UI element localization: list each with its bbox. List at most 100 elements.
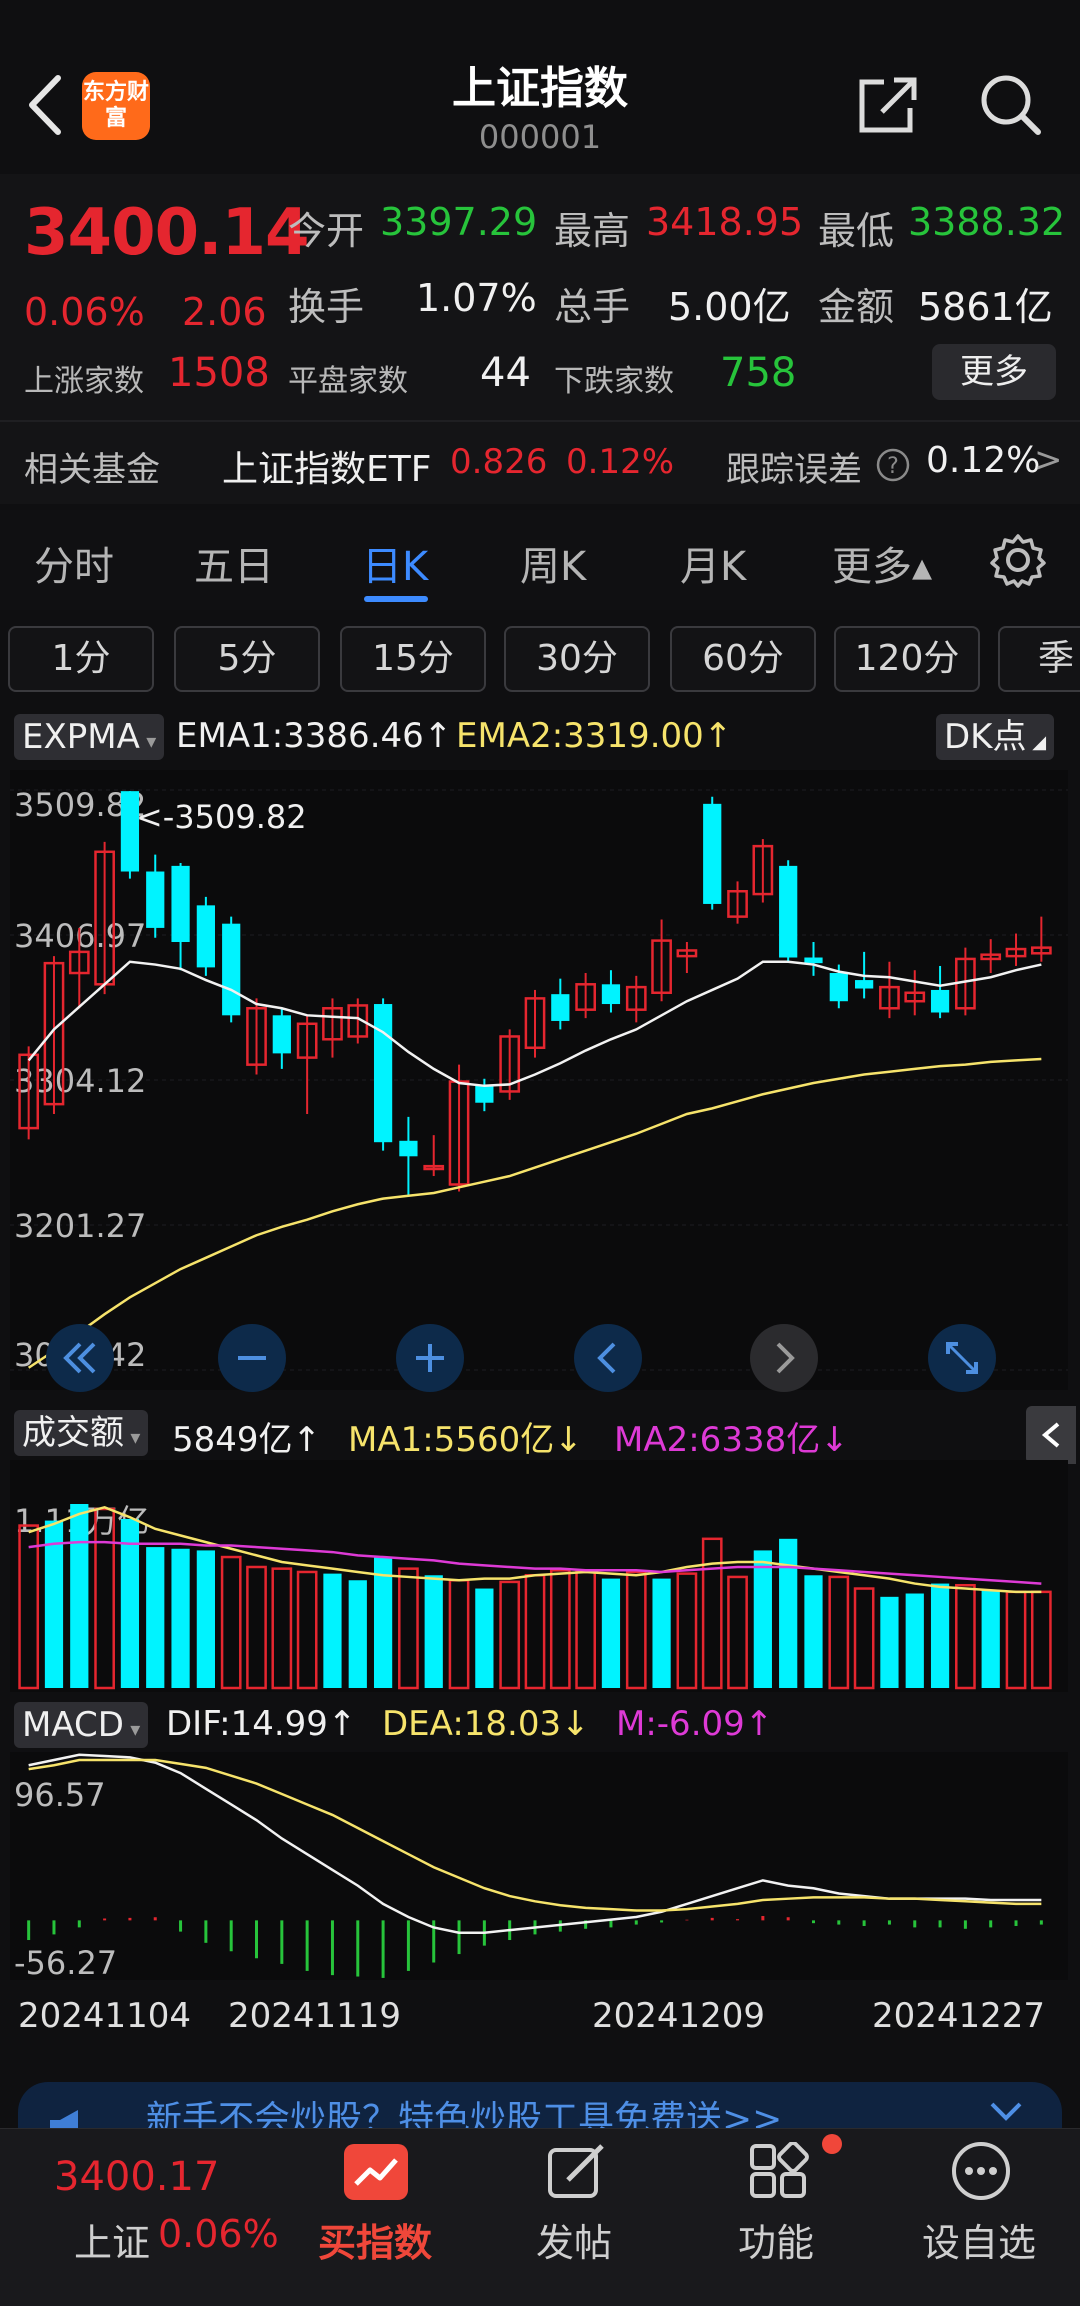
volume-bar [779,1538,798,1688]
high-marker-label: <-3509.82 [136,798,307,836]
volume-bar [146,1547,165,1688]
interval-season-button[interactable]: 季 [998,626,1080,692]
fund-percent: 0.12% [566,442,675,482]
search-icon[interactable] [976,70,1044,138]
tab-more[interactable]: 更多▴ [832,534,932,592]
macd-dif-line [28,1753,1042,1934]
apps-grid-icon[interactable] [748,2142,810,2200]
chevron-down-icon[interactable] [986,2096,1026,2126]
volume-bar [727,1575,748,1690]
interval-15min-button[interactable]: 15分 [340,626,486,692]
amount-label: 金额 [818,285,895,329]
collapse-panel-button[interactable] [1026,1406,1076,1464]
ema2-line [27,1057,1042,1369]
tab-five-day[interactable]: 五日 [194,534,274,592]
scroll-left-icon[interactable] [572,1322,644,1394]
index-price[interactable]: 3400.17 [54,2154,219,2200]
volume-bar [676,1572,698,1690]
candle-body [171,865,190,943]
macd-bottom-label: -56.27 [14,1944,117,1980]
function-label[interactable]: 功能 [738,2212,814,2267]
add-watchlist-label[interactable]: 设自选 [922,2212,1036,2267]
more-quote-button[interactable]: 更多 [932,344,1056,400]
amount-value: 5861亿 [918,285,1053,329]
scroll-left-fast-icon[interactable] [44,1322,116,1394]
change-percent: 0.06% [24,290,145,334]
volume-indicator-selector[interactable]: 成交额 ▾ [14,1410,149,1456]
up-count: 1508 [168,350,270,396]
flat-count-label: 平盘家数 [288,364,408,399]
post-label[interactable]: 发帖 [536,2212,612,2267]
interval-30min-button[interactable]: 30分 [504,626,650,692]
zoom-in-icon[interactable] [394,1322,466,1394]
date-label: 20241104 [18,1996,192,2036]
tab-weekly-k[interactable]: 周K [520,534,586,592]
svg-text:?: ? [887,454,899,479]
candle-body [373,1004,393,1143]
date-label: 20241119 [228,1996,402,2036]
candle-body [222,923,241,1016]
current-price: 3400.14 [24,196,309,270]
trend-chart-icon[interactable] [344,2144,408,2200]
macd-top-label: 96.57 [14,1776,106,1814]
scroll-right-icon[interactable] [748,1322,820,1394]
interval-60min-button[interactable]: 60分 [670,626,816,692]
fund-arrow-icon[interactable]: > [1034,440,1063,480]
volume-bar [880,1596,899,1688]
volume-bar [475,1588,494,1688]
volume-bar [171,1548,190,1688]
interval-5min-button[interactable]: 5分 [174,626,320,692]
low-value: 3388.32 [908,200,1066,244]
volume-bar [625,1570,647,1690]
related-fund-label: 相关基金 [24,450,160,490]
volume-bar [575,1570,596,1690]
help-icon[interactable]: ? [876,448,910,482]
date-label: 20241209 [592,1996,766,2036]
gear-icon[interactable] [990,532,1046,588]
tab-daily-k[interactable]: 日K [362,534,428,592]
volume-chart[interactable]: 1.11万亿 [10,1460,1068,1692]
chevron-left-icon [1041,1422,1060,1448]
candle-body [779,865,798,958]
down-count-label: 下跌家数 [554,364,674,399]
share-icon[interactable] [856,74,920,136]
interval-1min-button[interactable]: 1分 [8,626,154,692]
macd-indicator-selector[interactable]: MACD ▾ [14,1702,149,1748]
tracking-error-value: 0.12% [926,440,1041,481]
volume-bar [601,1578,621,1688]
volume-bar [296,1570,318,1690]
divider [0,420,1080,422]
dk-point-label: DK点 [944,717,1027,757]
volume-bar [246,1565,267,1690]
volume-bar [196,1550,215,1688]
interval-120min-button[interactable]: 120分 [834,626,980,692]
tab-monthly-k[interactable]: 月K [680,534,746,592]
volume-bar [905,1593,924,1688]
buy-index-label[interactable]: 买指数 [318,2212,432,2267]
macd-chart[interactable]: 96.57 -56.27 [10,1752,1068,1980]
volume-bar [828,1575,850,1690]
tab-time-sharing[interactable]: 分时 [34,534,114,592]
ema2-value: EMA2:3319.00↑ [456,716,733,756]
macd-indicator-name: MACD [22,1705,124,1745]
notification-dot [822,2134,842,2154]
more-dots-icon[interactable] [950,2140,1012,2202]
post-edit-icon[interactable] [546,2142,608,2200]
fullscreen-icon[interactable] [926,1322,998,1394]
candle-body [703,803,722,904]
volume-bar [930,1583,950,1688]
volume-bar [398,1567,419,1690]
candlestick-chart[interactable]: 3509.823406.973304.123201.273098.42<-350… [10,770,1068,1390]
volume-bar [220,1555,242,1690]
candle-body [804,957,823,964]
zoom-out-icon[interactable] [216,1322,288,1394]
dk-point-button[interactable]: DK点 ◢ [936,714,1055,760]
main-indicator-selector[interactable]: EXPMA ▾ [14,714,165,760]
index-name[interactable]: 上证 [74,2212,150,2267]
fund-name[interactable]: 上证指数ETF [222,440,431,492]
high-value: 3418.95 [646,200,804,244]
volume-bar [652,1578,671,1688]
volume-indicator-name: 成交额 [22,1413,124,1453]
macd-dea-line [28,1758,1042,1912]
volume-bar [524,1574,546,1690]
